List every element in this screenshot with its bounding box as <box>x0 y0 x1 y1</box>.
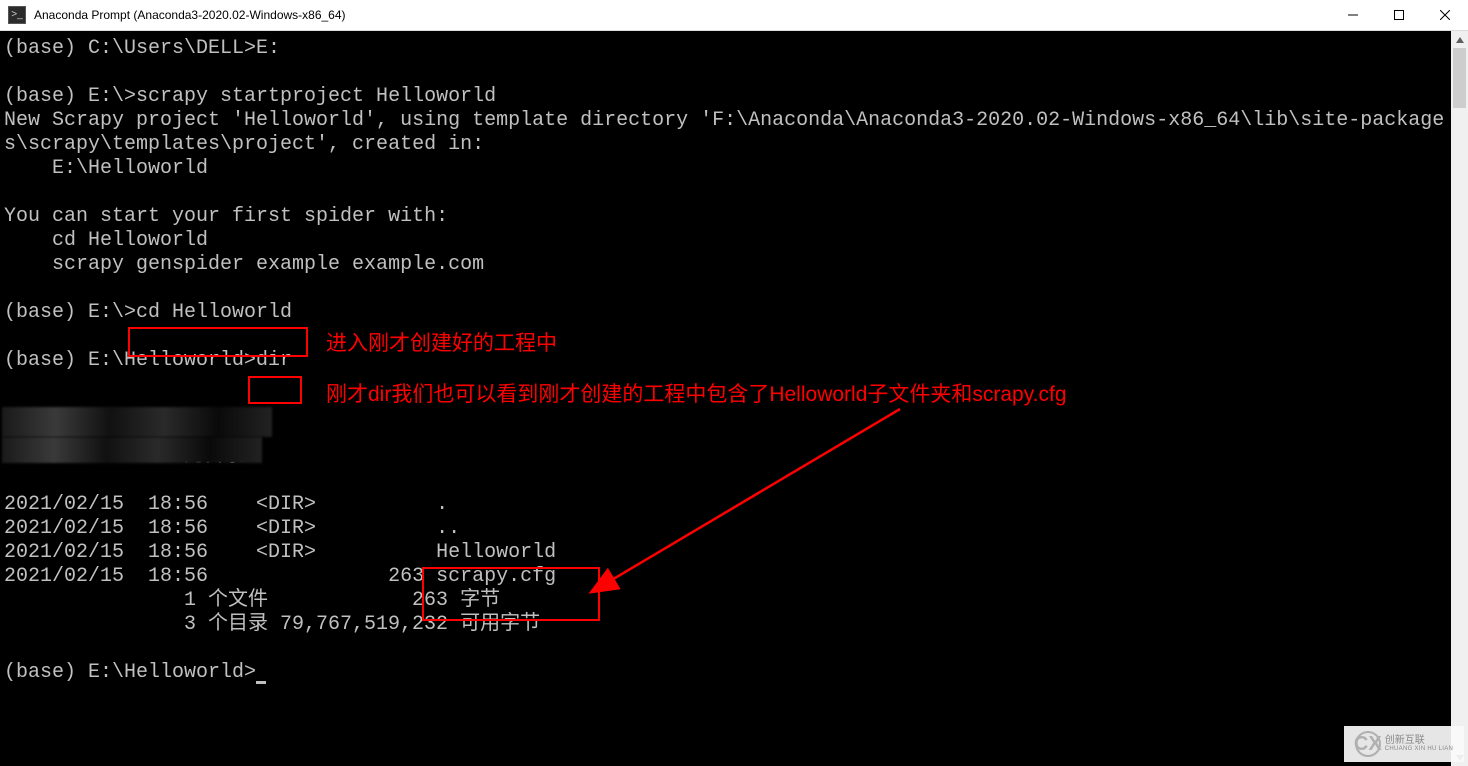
app-window: >_ Anaconda Prompt (Anaconda3-2020.02-Wi… <box>0 0 1468 766</box>
terminal-command: dir <box>256 349 292 372</box>
scrollbar-thumb[interactable] <box>1453 48 1466 108</box>
terminal-line: scrapy genspider example example.com <box>4 253 484 276</box>
maximize-icon <box>1394 10 1404 20</box>
minimize-button[interactable] <box>1330 0 1376 30</box>
terminal-line: (base) E:\>scrapy startproject Helloworl… <box>4 85 496 108</box>
redacted-area <box>2 407 272 437</box>
scroll-up-button[interactable] <box>1451 31 1468 48</box>
vertical-scrollbar[interactable] <box>1451 31 1468 766</box>
terminal-prompt: (base) E:\Helloworld> <box>4 349 256 372</box>
terminal-line: E:\Helloworld <box>4 157 208 180</box>
window-controls <box>1330 0 1468 30</box>
terminal-area: (base) C:\Users\DELL>E: (base) E:\>scrap… <box>0 31 1468 766</box>
terminal-line: 2021/02/15 18:56 <DIR> .. <box>4 517 460 540</box>
terminal-line: You can start your first spider with: <box>4 205 448 228</box>
annotation-text-2: 刚才dir我们也可以看到刚才创建的工程中包含了Helloworld子文件夹和sc… <box>326 378 1067 408</box>
terminal-line: (base) C:\Users\DELL>E: <box>4 37 280 60</box>
terminal-line: 2021/02/15 18:56 263 scrapy.cfg <box>4 565 556 588</box>
close-button[interactable] <box>1422 0 1468 30</box>
terminal-line: 2021/02/15 18:56 <DIR> . <box>4 493 448 516</box>
chevron-up-icon <box>1456 37 1464 43</box>
window-title: Anaconda Prompt (Anaconda3-2020.02-Windo… <box>34 8 1330 22</box>
terminal-line: s\scrapy\templates\project', created in: <box>4 133 484 156</box>
annotation-text-1: 进入刚才创建好的工程中 <box>326 327 557 357</box>
terminal-command: cd Helloworld <box>136 301 292 324</box>
maximize-button[interactable] <box>1376 0 1422 30</box>
watermark: CX 创新互联 CHUANG XIN HU LIAN <box>1344 726 1464 762</box>
minimize-icon <box>1348 10 1358 20</box>
watermark-logo-icon: CX <box>1355 731 1381 757</box>
terminal-cursor <box>256 681 266 684</box>
terminal-prompt: (base) E:\> <box>4 301 136 324</box>
title-bar[interactable]: >_ Anaconda Prompt (Anaconda3-2020.02-Wi… <box>0 0 1468 31</box>
terminal-line: 3 个目录 79,767,519,232 可用字节 <box>4 613 540 636</box>
terminal-line: 2021/02/15 18:56 <DIR> Helloworld <box>4 541 556 564</box>
terminal-line: 1 个文件 263 字节 <box>4 589 500 612</box>
app-icon: >_ <box>8 6 26 24</box>
redacted-area <box>2 437 262 463</box>
terminal-line: New Scrapy project 'Helloworld', using t… <box>4 109 1444 132</box>
watermark-text-en: CHUANG XIN HU LIAN <box>1385 746 1453 753</box>
terminal-line: cd Helloworld <box>4 229 208 252</box>
watermark-text-cn: 创新互联 <box>1385 735 1453 746</box>
terminal-prompt: (base) E:\Helloworld> <box>4 661 256 684</box>
close-icon <box>1440 10 1450 20</box>
